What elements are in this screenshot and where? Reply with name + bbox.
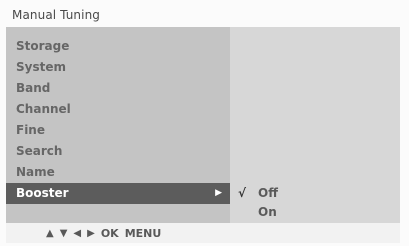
arrow-right-icon: ▶ [87,228,95,239]
menu-item-system[interactable]: System [6,57,230,78]
checkmark-icon: √ [238,186,247,200]
arrow-up-icon: ▲ [46,228,54,239]
option-on[interactable]: On [232,203,400,222]
arrow-left-icon: ◀ [73,228,82,239]
menu-item-label: Search [16,144,63,158]
menu-item-label: System [16,60,66,74]
option-label: On [258,205,277,219]
option-off[interactable]: √ Off [232,184,400,203]
arrow-right-icon: ▶ [215,188,222,198]
footer-hints: ▲ ▼ ◀ ▶ OK MENU [46,227,161,241]
menu-item-booster[interactable]: Booster ▶ [6,183,230,204]
menu-item-label: Storage [16,39,70,53]
menu-item-channel[interactable]: Channel [6,99,230,120]
menu-item-search[interactable]: Search [6,141,230,162]
ok-label: OK [100,227,119,240]
option-label: Off [258,186,278,200]
menu-item-band[interactable]: Band [6,78,230,99]
page-title-text: Manual Tuning [12,8,100,22]
footer-bar: ▲ ▼ ◀ ▶ OK MENU [6,223,400,243]
arrow-down-icon: ▼ [59,228,68,239]
menu-item-fine[interactable]: Fine [6,120,230,141]
menu-label: MENU [124,227,162,240]
page-title: Manual Tuning [6,8,400,25]
menu-item-storage[interactable]: Storage [6,36,230,57]
menu-item-label: Name [16,165,55,179]
menu-item-name[interactable]: Name [6,162,230,183]
menu-item-label: Booster [16,186,69,200]
menu-list: Storage System Band Channel Fine Search … [6,36,230,204]
tv-osd-screen: Manual Tuning Storage System Band Channe… [0,0,409,246]
menu-item-label: Fine [16,123,45,137]
menu-item-label: Channel [16,102,71,116]
booster-options: √ Off On [232,184,400,222]
menu-item-label: Band [16,81,51,95]
